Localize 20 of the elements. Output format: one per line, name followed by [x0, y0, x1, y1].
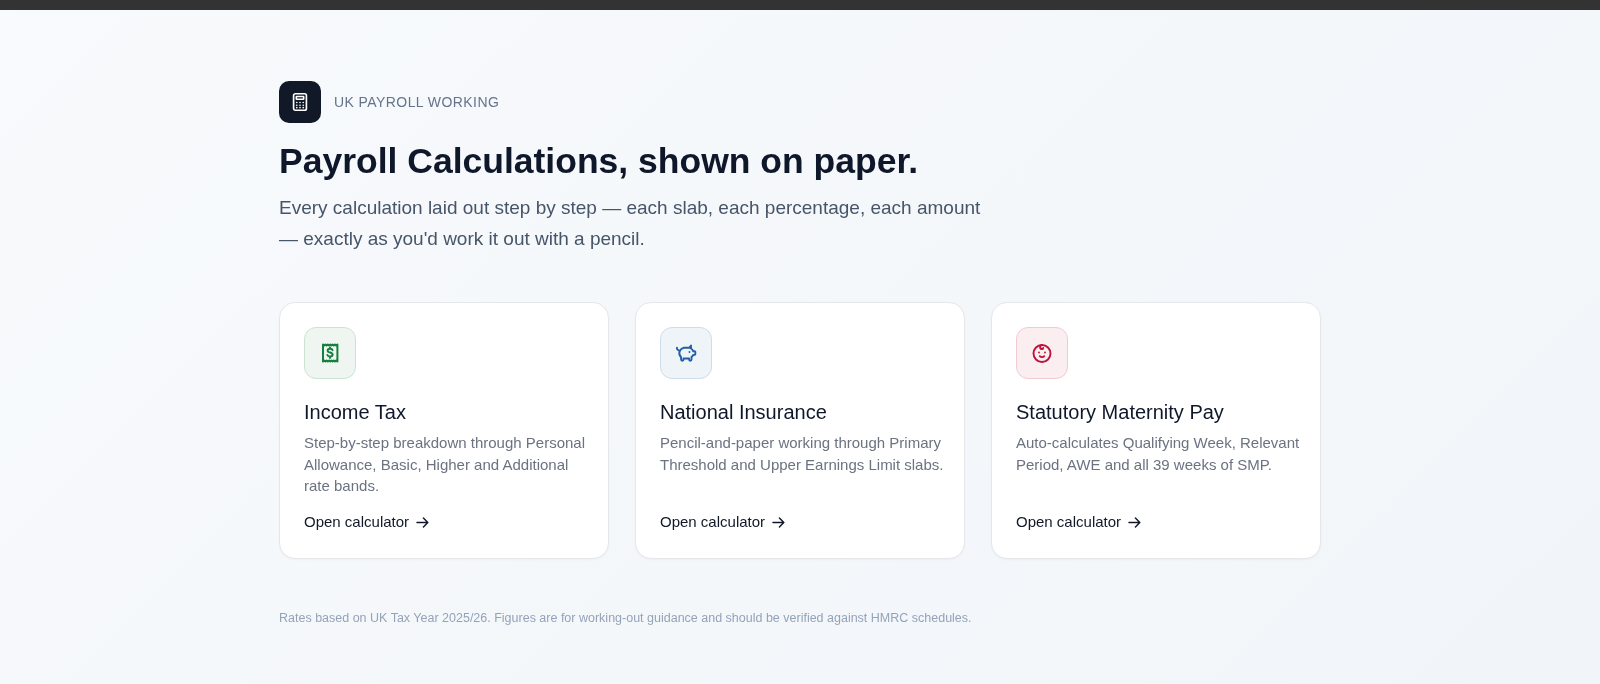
piggy-bank-icon	[660, 327, 712, 379]
open-calculator-link[interactable]: Open calculator	[304, 512, 430, 532]
arrow-right-icon	[416, 516, 430, 528]
page-subtitle: Every calculation laid out step by step — each slab, each percentage, each amount — exactly as you'd work it out with a pencil.	[279, 196, 982, 251]
receipt-icon	[304, 327, 356, 379]
baby-face-icon	[1016, 327, 1068, 379]
calculator-icon	[279, 81, 321, 123]
footer-note: Rates based on UK Tax Year 2025/26. Figures are for working-out guidance and should be verified against HMRC schedules.	[279, 610, 973, 627]
card-title: Income Tax	[304, 400, 406, 425]
arrow-right-icon	[772, 516, 786, 528]
brand-label: UK PAYROLL WORKING	[334, 94, 500, 110]
page-title: Payroll Calculations, shown on paper.	[279, 141, 920, 182]
card-description: Step-by-step breakdown through Personal Allowance, Basic, Higher and Additional rate bands.	[304, 433, 586, 496]
card-title: National Insurance	[660, 400, 827, 425]
card-description: Auto-calculates Qualifying Week, Relevant Period, AWE and all 39 weeks of SMP.	[1016, 433, 1301, 475]
open-calculator-link[interactable]: Open calculator	[660, 512, 786, 532]
card-description: Pencil-and-paper working through Primary Threshold and Upper Earnings Limit slabs.	[660, 433, 945, 475]
arrow-right-icon	[1128, 516, 1142, 528]
card-title: Statutory Maternity Pay	[1016, 400, 1224, 425]
open-calculator-link[interactable]: Open calculator	[1016, 512, 1142, 532]
